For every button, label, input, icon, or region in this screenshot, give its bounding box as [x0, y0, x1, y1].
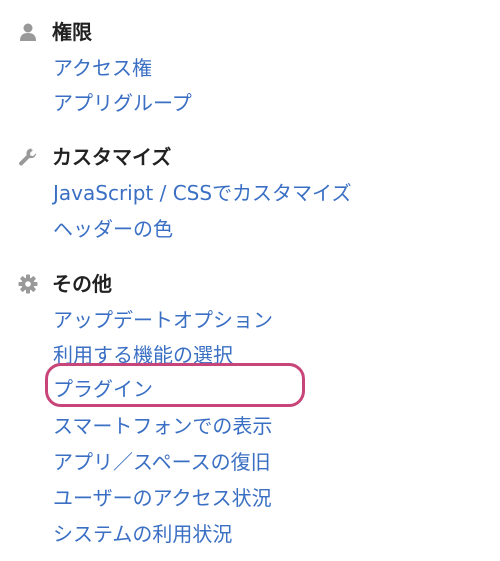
link-system-usage-status[interactable]: システムの利用状況	[53, 520, 232, 548]
wrench-icon	[17, 146, 39, 168]
link-access-rights[interactable]: アクセス権	[53, 54, 152, 82]
link-js-css-customize[interactable]: JavaScript / CSSでカスタマイズ	[53, 179, 351, 207]
link-user-access-status[interactable]: ユーザーのアクセス状況	[53, 484, 272, 512]
section-title-customize: カスタマイズ	[52, 145, 172, 169]
link-app-space-restore[interactable]: アプリ／スペースの復旧	[53, 448, 271, 476]
section-title-permissions: 権限	[52, 20, 92, 44]
section-title-other: その他	[52, 272, 112, 296]
link-update-options[interactable]: アップデートオプション	[53, 306, 273, 334]
plugin-highlight-outline	[45, 363, 305, 407]
link-smartphone-display[interactable]: スマートフォンでの表示	[53, 412, 272, 440]
user-icon	[17, 21, 39, 43]
link-header-color[interactable]: ヘッダーの色	[53, 215, 173, 243]
gear-icon	[17, 273, 39, 295]
link-app-groups[interactable]: アプリグループ	[53, 89, 192, 117]
